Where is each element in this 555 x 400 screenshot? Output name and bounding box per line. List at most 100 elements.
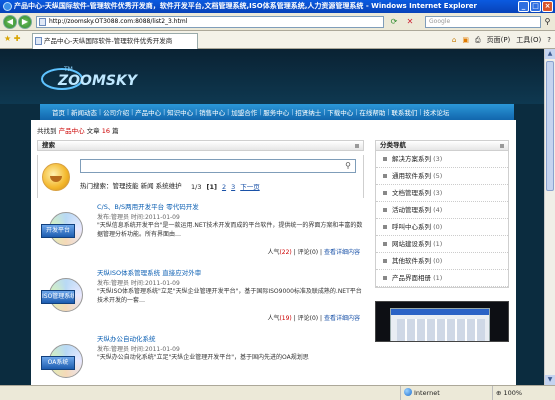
views-label: 人气 (267, 315, 280, 322)
scroll-thumb[interactable] (546, 61, 554, 191)
stats-middle: 文章 (86, 127, 100, 135)
nav-separator: | (387, 108, 390, 116)
nav-separator: | (291, 108, 294, 116)
nav-item[interactable]: 产品中心 (135, 107, 161, 117)
list-item: ISO管理系统 天纵ISO体系管理系统 直接应对外审 发布:管理员 时间:201… (37, 264, 364, 322)
help-button[interactable]: ? (547, 34, 551, 46)
nav-separator: | (67, 108, 70, 116)
product-title[interactable]: 天纵办公自动化系统 (97, 333, 156, 343)
box-label: 开发平台 (41, 224, 75, 238)
favorites-star-icon[interactable]: ★ ✚ (4, 34, 20, 43)
forward-button[interactable]: ▶ (18, 15, 32, 29)
nav-item[interactable]: 在线帮助 (359, 107, 385, 117)
collapse-icon[interactable] (500, 144, 504, 148)
nav-item[interactable]: 新闻动态 (71, 107, 97, 117)
status-zone: Internet (400, 386, 484, 400)
tab-active[interactable]: 产品中心-天纵国际软件-管理软件优秀开发商 (32, 33, 198, 49)
home-icon[interactable]: ⌂ (452, 34, 456, 46)
search-placeholder: Google (429, 18, 451, 25)
views-count: (22) (279, 249, 292, 256)
maximize-button[interactable]: □ (530, 1, 541, 12)
nav-item[interactable]: 销售中心 (199, 107, 225, 117)
keyword-input[interactable]: ⚲ (80, 159, 356, 173)
back-button[interactable]: ◀ (3, 15, 17, 29)
nav-item[interactable]: 首页 (52, 107, 65, 117)
category-label: 网站建设系列 (392, 240, 431, 248)
main-nav: 首页 | 新闻动态 | 公司介绍 | 产品中心 | 知识中心 | 销售中心 | 加盟合作 | 服务中心 | 招贤… (40, 104, 514, 120)
category-count: (0) (433, 223, 443, 231)
product-title[interactable]: C/S、B/S两用开发平台 零代码开发 (97, 201, 199, 211)
product-box-image[interactable]: OA系统 (41, 338, 89, 382)
detail-link[interactable]: 查看详细内容 (324, 315, 360, 322)
category-item[interactable]: 通用软件系列 (5) (376, 168, 508, 185)
category-item[interactable]: 活动管理系列 (4) (376, 202, 508, 219)
nav-item[interactable]: 联系我们 (391, 107, 417, 117)
category-item[interactable]: 网站建设系列 (1) (376, 236, 508, 253)
comments-label: 评论 (297, 315, 310, 322)
status-zoom[interactable]: ⊕ 100% (492, 386, 552, 400)
page-viewport: TM ZOOMSKY 首页 | 新闻动态 | 公司介绍 | 产品中心 | 知识中心 | 销售中心 | 加… (0, 49, 544, 385)
collapse-icon[interactable] (355, 144, 359, 148)
pager-next[interactable]: 下一页 (240, 182, 260, 192)
nav-separator: | (99, 108, 102, 116)
product-screenshot[interactable] (375, 301, 509, 342)
category-item[interactable]: 产品界面相册 (1) (376, 270, 508, 287)
feeds-icon[interactable]: ▣ (462, 34, 469, 46)
window-title: 产品中心-天纵国际软件-管理软件优秀开发商，软件开发平台,文档管理系统,ISO体… (14, 2, 477, 10)
svg-text:TM: TM (63, 66, 73, 73)
category-item[interactable]: 文档管理系列 (3) (376, 185, 508, 202)
status-bar: Internet ⊕ 100% (0, 385, 555, 400)
close-button[interactable]: × (542, 1, 553, 12)
stop-icon[interactable]: ✕ (404, 16, 416, 28)
nav-separator: | (195, 108, 198, 116)
nav-item[interactable]: 技术论坛 (423, 107, 449, 117)
product-title[interactable]: 天纵ISO体系管理系统 直接应对外审 (97, 267, 201, 277)
product-box-image[interactable]: ISO管理系统 (41, 272, 89, 316)
search-icon[interactable]: ⚲ (343, 161, 353, 171)
pager-page-3[interactable]: 3 (231, 182, 235, 192)
category-label: 通用软件系列 (392, 172, 431, 180)
sidebar-header: 分类导航 (375, 140, 509, 151)
category-count: (1) (433, 240, 443, 248)
comments-count: (0) (309, 315, 319, 322)
vertical-scrollbar[interactable]: ▲ ▼ (544, 49, 555, 385)
sidebar-title: 分类导航 (380, 141, 406, 149)
scroll-up-button[interactable]: ▲ (545, 49, 555, 59)
pager-page-2[interactable]: 2 (222, 182, 226, 192)
window-controls: _ □ × (518, 1, 553, 12)
stats-category[interactable]: 产品中心 (59, 127, 85, 135)
stats-prefix: 共找到 (37, 127, 57, 135)
screenshot-window (390, 308, 490, 341)
nav-item[interactable]: 下载中心 (327, 107, 353, 117)
refresh-icon[interactable]: ⟳ (388, 16, 400, 28)
category-label: 文档管理系列 (392, 189, 431, 197)
nav-item[interactable]: 知识中心 (167, 107, 193, 117)
product-box-image[interactable]: 开发平台 (41, 206, 89, 250)
nav-separator: | (323, 108, 326, 116)
nav-separator: | (419, 108, 422, 116)
screenshot-grid (397, 319, 485, 341)
search-input[interactable]: Google (425, 16, 541, 28)
nav-item[interactable]: 服务中心 (263, 107, 289, 117)
list-item: OA系统 天纵办公自动化系统 发布:管理员 时间:2011-01-09 "天纵办… (37, 330, 364, 385)
url-input[interactable]: http://zoomsky.OT3088.com:8088/list2_3.h… (36, 16, 384, 28)
minimize-button[interactable]: _ (518, 1, 529, 12)
category-item[interactable]: 解决方案系列 (3) (376, 151, 508, 168)
tools-menu[interactable]: 工具(O) (516, 34, 541, 46)
print-icon[interactable]: ⎙ (475, 34, 481, 46)
comments-label: 评论 (297, 249, 310, 256)
url-text: http://zoomsky.OT3088.com:8088/list2_3.h… (49, 18, 188, 25)
stats-suffix: 篇 (112, 127, 119, 135)
detail-link[interactable]: 查看详细内容 (324, 249, 360, 256)
nav-item[interactable]: 招贤纳士 (295, 107, 321, 117)
nav-item[interactable]: 加盟合作 (231, 107, 257, 117)
views-label: 人气 (267, 249, 280, 256)
scroll-down-button[interactable]: ▼ (545, 375, 555, 385)
page-menu[interactable]: 页面(P) (487, 34, 511, 46)
nav-item[interactable]: 公司介绍 (103, 107, 129, 117)
box-label: ISO管理系统 (41, 290, 75, 304)
category-item[interactable]: 呼叫中心系列 (0) (376, 219, 508, 236)
search-icon[interactable]: ⚲ (542, 16, 553, 28)
category-item[interactable]: 其他软件系列 (0) (376, 253, 508, 270)
category-count: (3) (433, 155, 443, 163)
